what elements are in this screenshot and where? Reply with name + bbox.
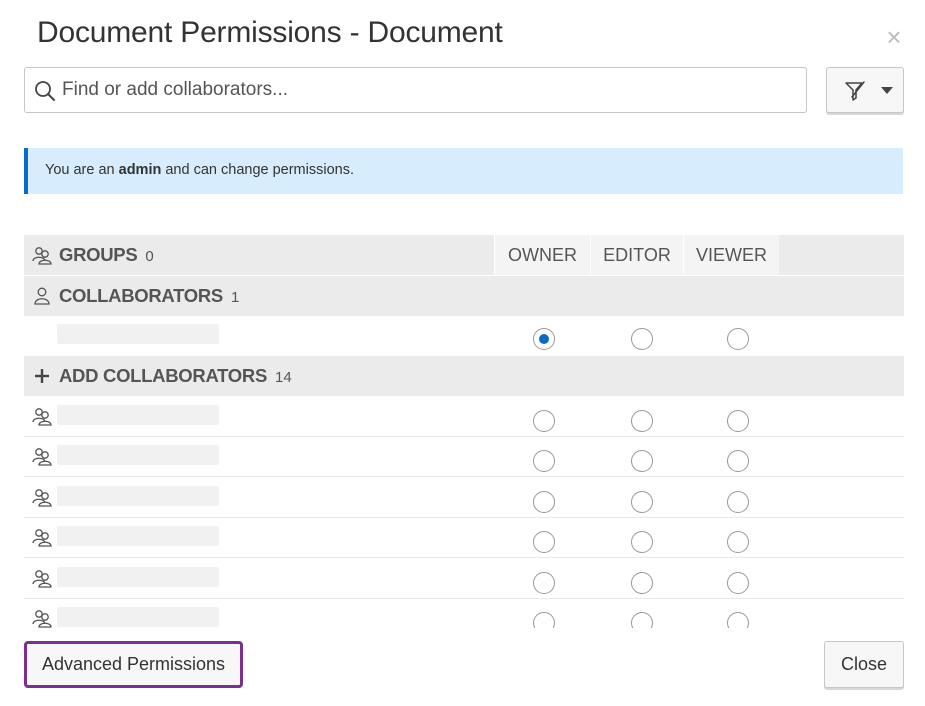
candidate-name-placeholder	[57, 445, 219, 466]
info-banner: You are an admin and can change permissi…	[24, 148, 903, 194]
column-viewer: VIEWER	[683, 235, 779, 275]
groups-label: GROUPS 0	[59, 244, 154, 265]
collaborators-count: 1	[230, 289, 240, 306]
list-item	[24, 599, 904, 628]
dialog-title: Document Permissions - Document	[37, 16, 503, 49]
viewer-radio[interactable]	[727, 531, 749, 554]
user-icon	[34, 287, 50, 305]
close-button[interactable]: Close	[824, 641, 904, 688]
candidate-name-placeholder	[57, 405, 219, 425]
collaborator-row	[24, 317, 904, 357]
list-item	[24, 558, 904, 599]
column-owner: OWNER	[494, 235, 590, 275]
viewer-radio[interactable]	[727, 571, 749, 594]
viewer-radio[interactable]	[727, 328, 749, 350]
editor-radio[interactable]	[631, 612, 653, 628]
group-users-icon	[32, 448, 52, 467]
search-box	[24, 67, 807, 113]
viewer-radio[interactable]	[727, 490, 749, 513]
editor-radio[interactable]	[631, 531, 653, 554]
groups-count: 0	[145, 248, 154, 265]
owner-radio[interactable]	[533, 328, 555, 350]
role-text: admin	[118, 162, 162, 178]
viewer-radio[interactable]	[727, 612, 749, 628]
search-icon	[35, 81, 55, 101]
list-item	[24, 437, 904, 478]
owner-radio[interactable]	[533, 531, 555, 554]
groups-header: GROUPS 0 OWNER EDITOR VIEWER	[24, 235, 904, 275]
add-collaborators-header: ADD COLLABORATORS 14	[24, 356, 904, 396]
collaborator-name-placeholder	[57, 324, 219, 344]
close-icon[interactable]: ×	[883, 24, 905, 50]
group-users-icon	[32, 529, 52, 547]
add-collaborators-count: 14	[275, 369, 292, 386]
group-users-icon	[32, 610, 52, 628]
advanced-permissions-button[interactable]: Advanced Permissions	[24, 641, 243, 688]
add-collaborators-label: ADD COLLABORATORS 14	[59, 365, 292, 386]
filter-dropdown-button[interactable]	[826, 67, 904, 113]
owner-radio[interactable]	[533, 410, 555, 432]
group-users-icon	[32, 488, 52, 507]
search-input[interactable]	[62, 74, 792, 106]
editor-radio[interactable]	[631, 328, 653, 350]
owner-radio[interactable]	[533, 612, 555, 628]
candidate-name-placeholder	[57, 485, 219, 506]
group-users-icon	[32, 569, 52, 588]
pencil-filter-icon	[845, 81, 865, 101]
chevron-down-icon	[881, 87, 893, 94]
viewer-radio[interactable]	[727, 450, 749, 473]
add-collaborators-list[interactable]	[0, 397, 925, 628]
candidate-name-placeholder	[57, 566, 219, 587]
column-editor: EDITOR	[590, 235, 683, 275]
permissions-dialog: Document Permissions - Document × You ar…	[0, 0, 925, 706]
editor-radio[interactable]	[631, 571, 653, 594]
editor-radio[interactable]	[631, 410, 653, 432]
list-item	[24, 397, 904, 437]
group-users-icon	[32, 247, 52, 265]
owner-radio[interactable]	[533, 571, 555, 594]
candidate-name-placeholder	[57, 526, 219, 547]
list-item	[24, 477, 904, 518]
list-item	[24, 518, 904, 559]
info-message: You are an admin and can change permissi…	[45, 162, 354, 178]
plus-icon	[35, 369, 49, 383]
editor-radio[interactable]	[631, 450, 653, 473]
editor-radio[interactable]	[631, 490, 653, 513]
collaborators-header: COLLABORATORS 1	[24, 276, 904, 316]
collaborators-label: COLLABORATORS 1	[59, 285, 240, 306]
owner-radio[interactable]	[533, 490, 555, 513]
candidate-name-placeholder	[57, 607, 219, 627]
viewer-radio[interactable]	[727, 410, 749, 432]
owner-radio[interactable]	[533, 450, 555, 473]
group-users-icon	[32, 408, 52, 426]
